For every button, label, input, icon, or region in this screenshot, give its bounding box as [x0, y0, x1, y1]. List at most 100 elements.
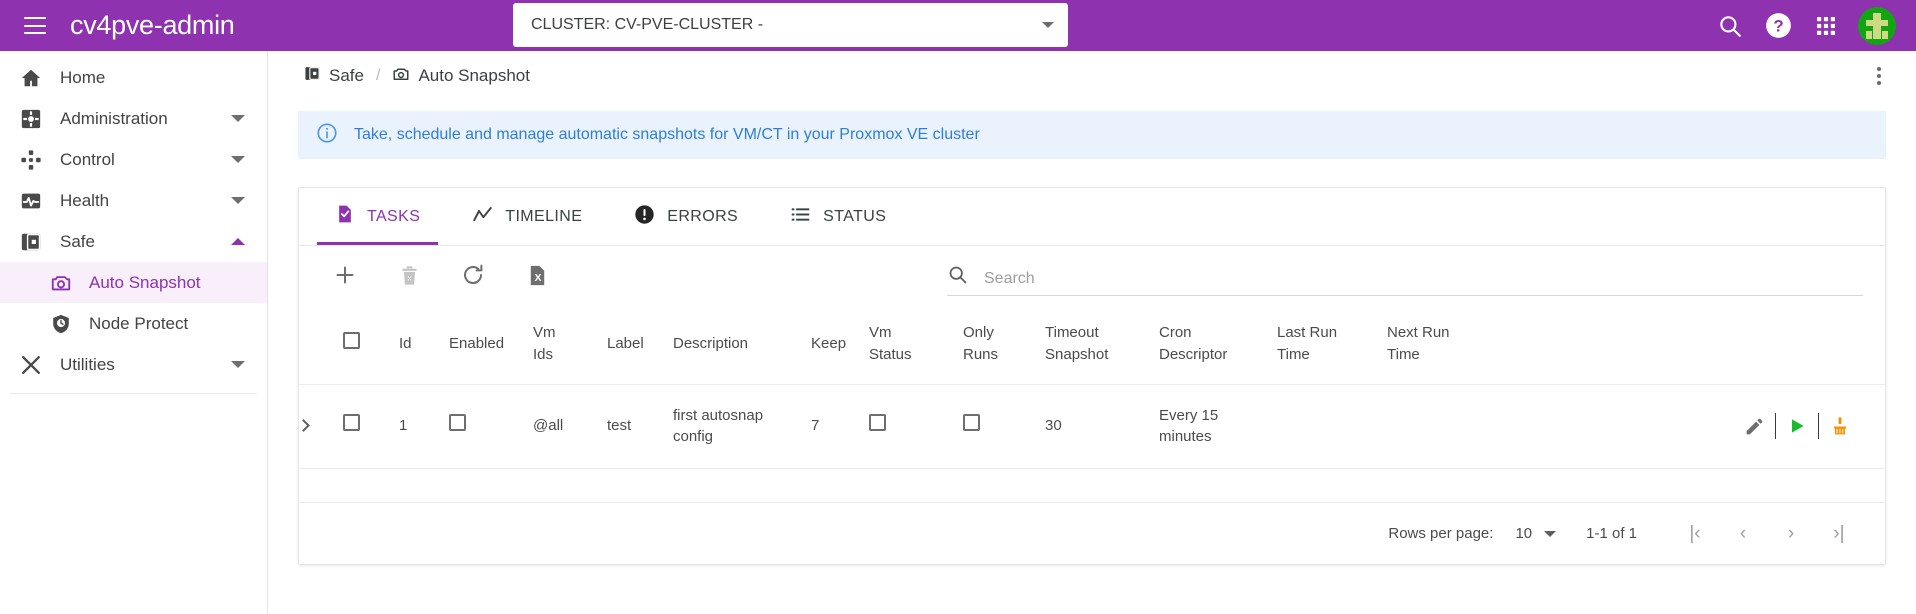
cell-only-runs[interactable] [963, 384, 1045, 469]
col-timeout-line1: Timeout [1045, 324, 1099, 341]
cell-enabled[interactable] [449, 384, 533, 469]
breadcrumb-item-auto-snapshot[interactable]: Auto Snapshot [392, 65, 530, 88]
breadcrumb-item-safe[interactable]: Safe [304, 65, 364, 87]
info-banner-message: Take, schedule and manage automatic snap… [354, 126, 980, 143]
list-icon [790, 204, 811, 230]
tab-tasks[interactable]: TASKS [309, 188, 446, 245]
pagination: Rows per page: 10 1-1 of 1 |‹ ‹ › ›| [299, 502, 1885, 564]
sidebar-item-safe[interactable]: Safe [0, 221, 267, 262]
sidebar-item-label: Auto Snapshot [89, 272, 201, 292]
enabled-checkbox[interactable] [449, 414, 466, 432]
vm-status-checkbox[interactable] [869, 414, 886, 432]
sidebar-item-label: Control [60, 149, 115, 169]
tab-errors[interactable]: ERRORS [608, 188, 764, 245]
col-select-all [343, 304, 399, 385]
home-icon [16, 63, 46, 93]
col-keep: Keep [811, 304, 869, 385]
row-select-cell[interactable] [343, 384, 399, 469]
row-expand-cell[interactable] [297, 384, 343, 469]
col-cron-descriptor: Cron Descriptor [1159, 304, 1277, 385]
cell-cron-line2: minutes [1159, 428, 1212, 446]
chevron-down-icon[interactable] [231, 156, 245, 163]
sidebar-item-utilities[interactable]: Utilities [0, 344, 267, 385]
hamburger-menu-icon[interactable] [24, 17, 46, 34]
breadcrumb-separator: / [375, 67, 381, 84]
avatar[interactable] [1858, 6, 1896, 45]
tools-icon [16, 350, 46, 380]
select-all-checkbox[interactable] [343, 331, 360, 349]
cleanup-row-button[interactable] [1819, 409, 1861, 443]
svg-text:x: x [407, 273, 411, 282]
chevron-down-icon [1042, 22, 1054, 28]
delete-button[interactable]: x [385, 251, 433, 299]
chevron-right-icon[interactable] [297, 419, 310, 433]
tab-label: STATUS [823, 207, 887, 225]
task-file-icon [335, 204, 355, 229]
info-circle-icon [316, 122, 338, 149]
last-page-icon[interactable]: ›| [1815, 514, 1863, 554]
cell-last-run-time [1277, 384, 1387, 469]
chevron-down-icon[interactable] [231, 197, 245, 204]
refresh-button[interactable] [449, 251, 497, 299]
breadcrumb: Safe / Auto Snapshot [304, 65, 530, 88]
add-button[interactable] [321, 251, 369, 299]
breadcrumb-row: Safe / Auto Snapshot [268, 51, 1916, 101]
sidebar-divider [10, 393, 257, 394]
col-timeout-snapshot: Timeout Snapshot [1045, 304, 1159, 385]
first-page-icon[interactable]: |‹ [1671, 514, 1719, 554]
cell-timeout-snapshot: 30 [1045, 384, 1159, 469]
sidebar-item-label: Home [60, 67, 106, 87]
run-row-button[interactable] [1776, 409, 1818, 443]
apps-grid-icon[interactable] [1802, 2, 1850, 50]
col-only-runs-line2: Runs [963, 345, 999, 363]
chevron-down-icon[interactable] [1544, 530, 1557, 537]
tab-status[interactable]: STATUS [764, 188, 912, 245]
sidebar-item-label: Health [60, 190, 110, 210]
col-vm-ids: Vm Ids [533, 304, 607, 385]
chevron-right-icon[interactable]: › [1767, 514, 1815, 554]
breadcrumb-label: Safe [329, 66, 364, 85]
col-enabled: Enabled [449, 304, 533, 385]
col-description: Description [673, 304, 811, 385]
chevron-down-icon[interactable] [231, 361, 245, 368]
col-last-run-line2: Time [1277, 345, 1310, 363]
edit-row-button[interactable] [1733, 409, 1775, 443]
col-timeout-line2: Snapshot [1045, 345, 1109, 363]
row-action-group [1503, 409, 1879, 443]
sidebar-item-control[interactable]: Control [0, 139, 267, 180]
tab-timeline[interactable]: TIMELINE [446, 188, 608, 245]
sidebar-item-label: Node Protect [89, 313, 189, 333]
cluster-selector[interactable]: CLUSTER: CV-PVE-CLUSTER - [513, 3, 1068, 47]
col-vm-ids-line2: Ids [533, 345, 554, 363]
search-input[interactable] [982, 269, 1863, 290]
pulse-icon [16, 186, 46, 216]
row-select-checkbox[interactable] [343, 414, 360, 432]
more-vertical-icon[interactable] [1864, 59, 1894, 93]
cell-cron-descriptor: Every 15 minutes [1159, 384, 1277, 469]
table-row[interactable]: 1 @all test first autosnap config 7 30 E… [297, 384, 1885, 469]
gear-box-icon [16, 104, 46, 134]
main-content: Safe / Auto Snapshot Take, schedule and … [268, 51, 1916, 614]
sidebar-item-node-protect[interactable]: Node Protect [0, 303, 267, 344]
search-box[interactable] [947, 256, 1863, 296]
chevron-down-icon[interactable] [231, 115, 245, 122]
col-next-run-line2: Time [1387, 345, 1420, 363]
sidebar-item-home[interactable]: Home [0, 57, 267, 98]
only-runs-checkbox[interactable] [963, 414, 980, 432]
sidebar-item-label: Safe [60, 231, 95, 251]
search-icon[interactable] [1706, 2, 1754, 50]
chevron-up-icon[interactable] [231, 238, 245, 245]
sidebar-item-auto-snapshot[interactable]: Auto Snapshot [0, 262, 267, 303]
chevron-left-icon[interactable]: ‹ [1719, 514, 1767, 554]
col-id: Id [399, 304, 449, 385]
info-banner: Take, schedule and manage automatic snap… [298, 111, 1886, 159]
sidebar-item-label: Administration [60, 108, 168, 128]
sidebar-item-administration[interactable]: Administration [0, 98, 267, 139]
rows-per-page-value[interactable]: 10 [1515, 525, 1532, 542]
help-icon[interactable]: ? [1754, 2, 1802, 50]
cell-vm-status[interactable] [869, 384, 963, 469]
col-vm-status-line2: Status [869, 345, 912, 363]
control-pad-icon [16, 145, 46, 175]
export-button[interactable]: X [513, 251, 561, 299]
sidebar-item-health[interactable]: Health [0, 180, 267, 221]
